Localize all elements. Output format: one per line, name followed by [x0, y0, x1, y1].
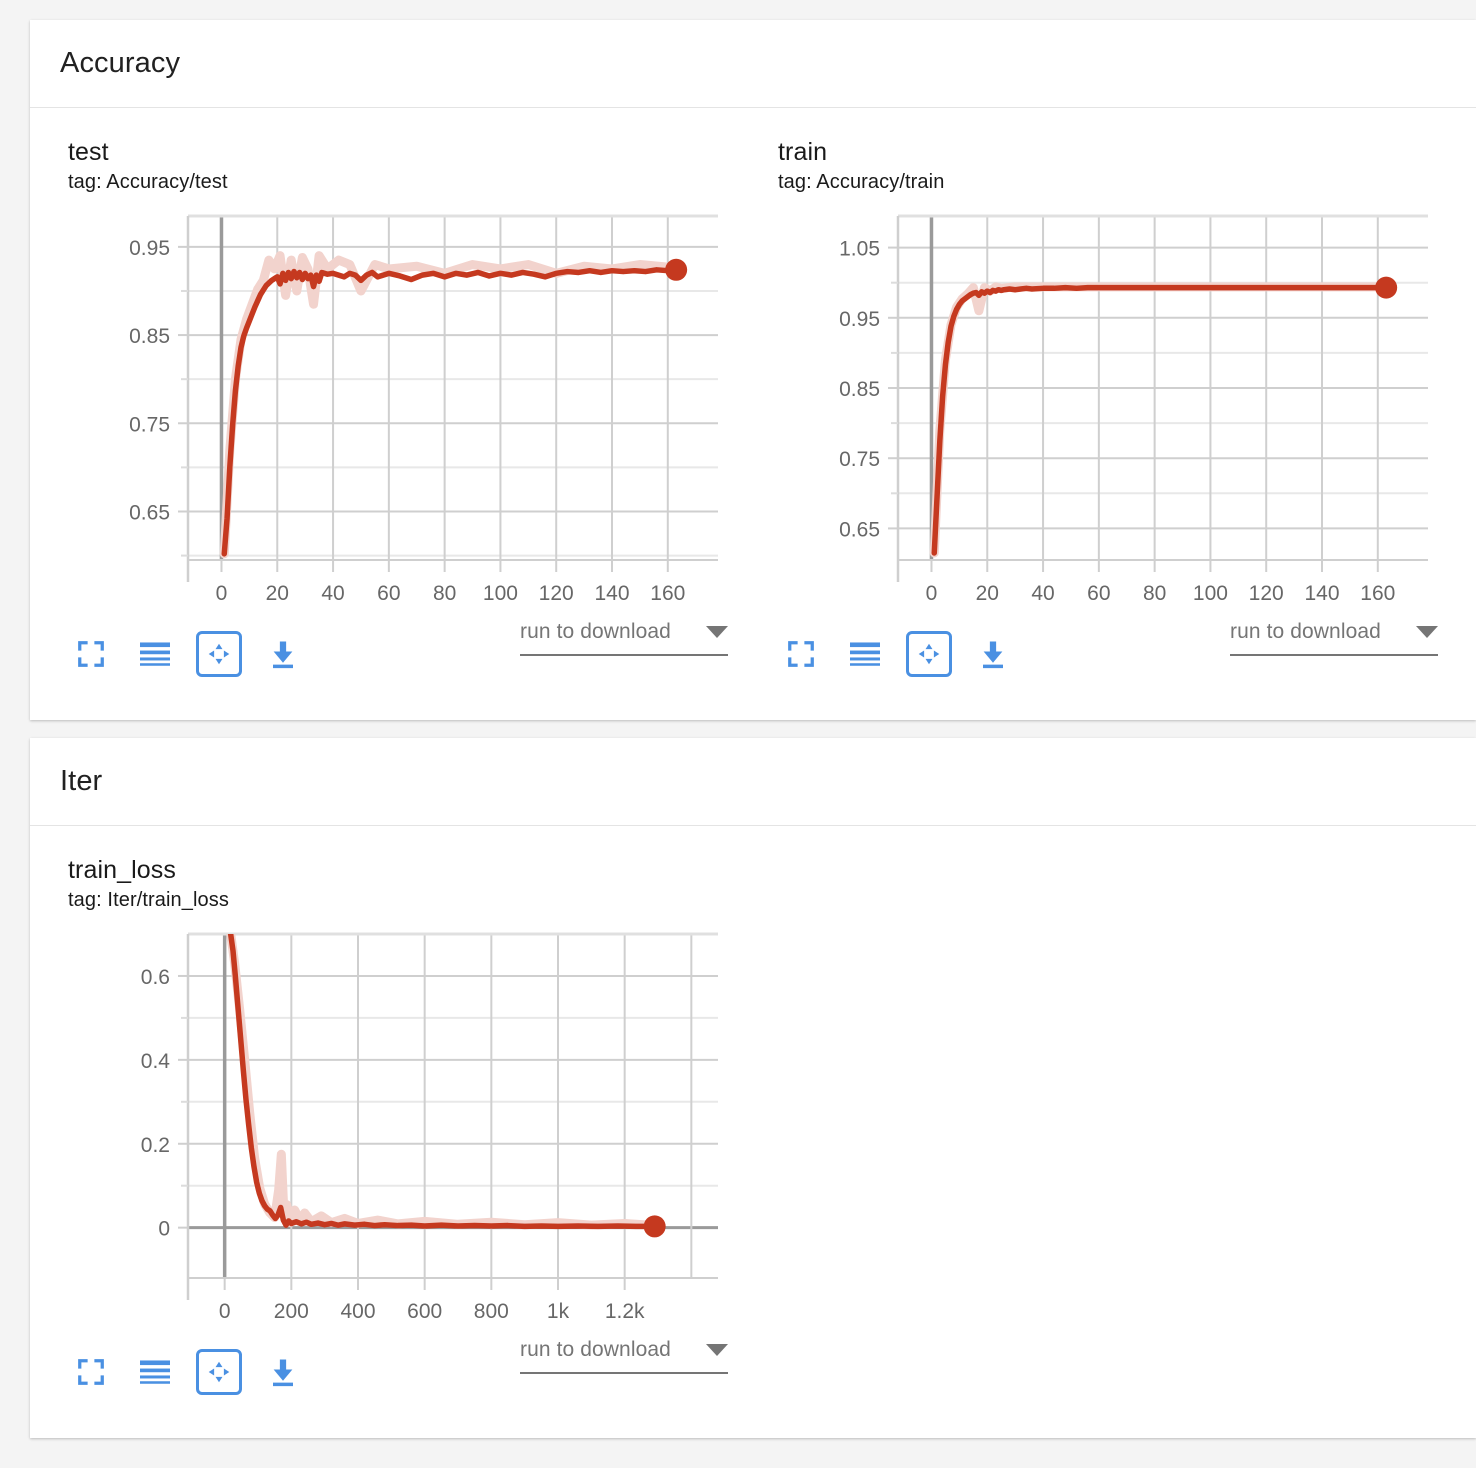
fit-domain-icon[interactable]	[196, 630, 242, 677]
svg-text:160: 160	[650, 582, 685, 605]
svg-text:600: 600	[407, 1300, 442, 1323]
chart-card-test: test tag: Accuracy/test 0.65 0.75 0.85 0.95…	[30, 108, 740, 692]
svg-text:100: 100	[1193, 582, 1228, 605]
section-title: Iter	[60, 765, 103, 797]
chart-toolbar-test: run to download	[68, 616, 728, 692]
run-to-download-select[interactable]: run to download	[1230, 620, 1438, 656]
svg-text:0.95: 0.95	[129, 237, 170, 260]
svg-text:20: 20	[266, 582, 289, 605]
svg-text:60: 60	[1087, 582, 1110, 605]
fit-domain-icon[interactable]	[196, 1348, 242, 1395]
select-underline	[520, 1371, 728, 1374]
svg-text:60: 60	[377, 582, 400, 605]
chart-title: test	[68, 138, 109, 166]
svg-text:160: 160	[1360, 582, 1395, 605]
section-title: Accuracy	[60, 47, 181, 79]
chart-tag: tag: Iter/train_loss	[68, 888, 229, 911]
section-header-accuracy[interactable]: Accuracy	[30, 20, 1476, 108]
plot-area-test[interactable]: 0.65 0.75 0.85 0.95 0 20 40 60 80 100 120 140 160	[68, 208, 728, 608]
section-card-iter: Iter train_loss tag: Iter/train_loss 0 0.…	[30, 738, 1476, 1438]
fit-domain-icon[interactable]	[906, 630, 952, 677]
section-card-accuracy: Accuracy test tag: Accuracy/test 0.65 0.7…	[30, 20, 1476, 720]
svg-text:1.2k: 1.2k	[605, 1300, 645, 1323]
section-body-accuracy: test tag: Accuracy/test 0.65 0.75 0.85 0.95…	[30, 108, 1476, 692]
svg-text:0: 0	[158, 1217, 170, 1240]
select-value: run to download	[1230, 619, 1381, 643]
line-chart-test: 0.65 0.75 0.85 0.95 0 20 40 60 80 100 120 140 160	[129, 214, 718, 605]
svg-text:0.65: 0.65	[129, 501, 170, 524]
svg-text:80: 80	[1143, 582, 1166, 605]
svg-text:80: 80	[433, 582, 456, 605]
svg-text:0.6: 0.6	[141, 966, 170, 989]
chart-tag: tag: Accuracy/train	[778, 170, 945, 193]
section-body-iter: train_loss tag: Iter/train_loss 0 0.2 0.4 0…	[30, 826, 1476, 1410]
svg-text:40: 40	[321, 582, 344, 605]
chart-card-train: train tag: Accuracy/train 0.65 0.75 0.85 0.…	[740, 108, 1450, 692]
chart-toolbar-train-loss: run to download	[68, 1334, 728, 1410]
download-icon[interactable]	[260, 1349, 306, 1395]
run-to-download-select[interactable]: run to download	[520, 620, 728, 656]
svg-text:1.05: 1.05	[839, 237, 880, 260]
chart-tag: tag: Accuracy/test	[68, 170, 228, 193]
svg-text:800: 800	[474, 1300, 509, 1323]
svg-text:0.85: 0.85	[839, 378, 880, 401]
svg-text:0: 0	[926, 582, 938, 605]
data-table-icon[interactable]	[132, 631, 178, 677]
expand-icon[interactable]	[68, 1349, 114, 1395]
expand-icon[interactable]	[68, 631, 114, 677]
svg-text:400: 400	[340, 1300, 375, 1323]
svg-text:0.95: 0.95	[839, 308, 880, 331]
svg-text:120: 120	[1249, 582, 1284, 605]
svg-text:0: 0	[216, 582, 228, 605]
select-value: run to download	[520, 619, 671, 643]
plot-area-train-loss[interactable]: 0 0.2 0.4 0.6 0 200 400 600 800 1k 1.2k	[68, 926, 728, 1326]
svg-text:0.85: 0.85	[129, 325, 170, 348]
svg-text:100: 100	[483, 582, 518, 605]
svg-text:140: 140	[1304, 582, 1339, 605]
chart-title: train	[778, 138, 828, 166]
chart-toolbar-train: run to download	[778, 616, 1438, 692]
svg-text:0: 0	[219, 1300, 231, 1323]
svg-text:1k: 1k	[547, 1300, 570, 1323]
svg-text:0.2: 0.2	[141, 1134, 170, 1157]
chevron-down-icon	[706, 1343, 728, 1356]
chart-card-train-loss: train_loss tag: Iter/train_loss 0 0.2 0.4 0…	[30, 826, 740, 1410]
svg-text:0.75: 0.75	[839, 448, 880, 471]
select-underline	[520, 653, 728, 656]
svg-text:0.4: 0.4	[141, 1050, 171, 1073]
download-icon[interactable]	[970, 631, 1016, 677]
svg-text:120: 120	[539, 582, 574, 605]
line-chart-train-loss: 0 0.2 0.4 0.6 0 200 400 600 800 1k 1.2k	[141, 932, 718, 1323]
chart-title: train_loss	[68, 856, 176, 884]
plot-area-train[interactable]: 0.65 0.75 0.85 0.95 1.05 0 20 40 60 80 100 120 140 16…	[778, 208, 1438, 608]
data-table-icon[interactable]	[132, 1349, 178, 1395]
svg-text:40: 40	[1031, 582, 1054, 605]
svg-text:140: 140	[594, 582, 629, 605]
section-header-iter[interactable]: Iter	[30, 738, 1476, 826]
run-to-download-select[interactable]: run to download	[520, 1338, 728, 1374]
svg-text:20: 20	[976, 582, 999, 605]
select-value: run to download	[520, 1337, 671, 1361]
chevron-down-icon	[706, 625, 728, 638]
chevron-down-icon	[1416, 625, 1438, 638]
svg-text:0.75: 0.75	[129, 413, 170, 436]
svg-text:0.65: 0.65	[839, 518, 880, 541]
download-icon[interactable]	[260, 631, 306, 677]
line-chart-train: 0.65 0.75 0.85 0.95 1.05 0 20 40 60 80 100 120 140 16…	[839, 214, 1428, 605]
svg-text:200: 200	[274, 1300, 309, 1323]
data-table-icon[interactable]	[842, 631, 888, 677]
select-underline	[1230, 653, 1438, 656]
expand-icon[interactable]	[778, 631, 824, 677]
tensorboard-scalars-page: Accuracy test tag: Accuracy/test 0.65 0.7…	[0, 0, 1476, 1468]
